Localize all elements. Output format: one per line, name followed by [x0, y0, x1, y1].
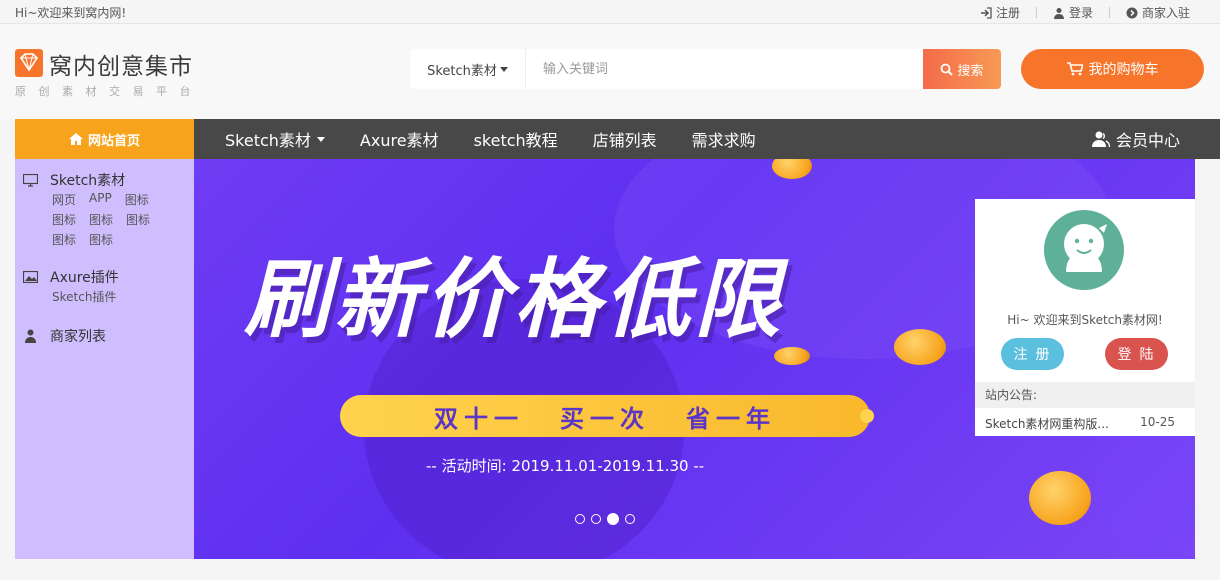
- notice-date: 10-25: [1140, 415, 1175, 429]
- sidebar-sub-link[interactable]: APP: [89, 191, 112, 208]
- divider: [1108, 7, 1110, 18]
- nav-item-tutorial[interactable]: sketch教程: [474, 127, 558, 151]
- user-icon: [25, 329, 36, 343]
- site-slogan: 原创素材交易平台: [15, 85, 203, 98]
- nav-home-label: 网站首页: [87, 133, 140, 149]
- welcome-text: Hi~欢迎来到窝内网!: [15, 6, 127, 20]
- home-icon: [68, 133, 83, 145]
- register-button[interactable]: 注册: [1001, 338, 1064, 370]
- pill-dot: [860, 409, 874, 423]
- register-link-label: 注册: [995, 6, 1020, 20]
- login-link[interactable]: 登录: [1053, 4, 1093, 21]
- sidebar-sub-link[interactable]: 图标: [52, 231, 76, 248]
- login-button[interactable]: 登陆: [1105, 338, 1168, 370]
- sidebar-sub-link[interactable]: 图标: [125, 191, 149, 208]
- sidebar-sub-link[interactable]: 图标: [52, 211, 76, 228]
- sidebar-group-title: Axure插件: [50, 270, 119, 286]
- caret-down-icon: [316, 136, 325, 142]
- carousel-dot[interactable]: [575, 514, 585, 524]
- sidebar-sub-link[interactable]: 图标: [89, 231, 113, 248]
- nav-items: Sketch素材 Axure素材 sketch教程 店铺列表 需求求购: [225, 119, 756, 159]
- sidebar-sub-link[interactable]: Sketch插件: [52, 288, 116, 305]
- sidebar-group-header[interactable]: Axure插件: [23, 267, 119, 287]
- notice-item[interactable]: Sketch素材网重构版... 10-25: [975, 408, 1195, 436]
- banner-event-time: -- 活动时间: 2019.11.01-2019.11.30 --: [426, 457, 705, 475]
- sidebar-group-header[interactable]: 商家列表: [23, 326, 106, 346]
- nav-item-label: 店铺列表: [592, 131, 657, 150]
- user-icon: [1053, 7, 1064, 19]
- nav-item-label: sketch教程: [473, 131, 558, 150]
- search-icon: [941, 63, 954, 76]
- nav-member-center[interactable]: 会员中心: [1092, 119, 1180, 159]
- carousel-indicators: [575, 513, 635, 525]
- user-greeting: Hi~ 欢迎来到Sketch素材网!: [1007, 313, 1163, 327]
- search-category-label: Sketch素材: [427, 63, 497, 79]
- sidebar-sub-row: 图标 图标 图标: [52, 211, 150, 228]
- banner-promo-pill: 双十一 买一次 省一年: [340, 395, 874, 437]
- nav-item-label: Axure素材: [359, 131, 439, 150]
- nav-item-requests[interactable]: 需求求购: [692, 127, 756, 151]
- search-category-select[interactable]: Sketch素材: [410, 49, 526, 89]
- shopping-cart-icon: [1066, 62, 1083, 76]
- coin-decoration: [894, 329, 946, 365]
- carousel-dot[interactable]: [591, 514, 601, 524]
- nav-item-sketch[interactable]: Sketch素材: [225, 127, 325, 151]
- carousel-dot[interactable]: [625, 514, 635, 524]
- nav-home[interactable]: 网站首页: [15, 119, 194, 159]
- search-button-label: 搜索: [957, 63, 984, 79]
- banner-headline: 刷新价格低限: [244, 250, 784, 350]
- divider: [1035, 7, 1037, 18]
- coin-decoration: [1029, 471, 1091, 525]
- search-bar: Sketch素材 搜索: [410, 49, 1001, 89]
- arrow-circle-icon: [1126, 7, 1138, 18]
- nav-item-axure[interactable]: Axure素材: [360, 127, 439, 151]
- sidebar-group-title: Sketch素材: [50, 173, 126, 189]
- pill-text: 双十一: [434, 404, 524, 433]
- search-button[interactable]: 搜索: [923, 49, 1001, 89]
- pill-text: 买一次: [560, 404, 650, 433]
- top-links: 注册 登录 商家入驻: [980, 4, 1190, 21]
- notice-header: 站内公告:: [975, 382, 1195, 408]
- cart-label: 我的购物车: [1088, 62, 1159, 78]
- nav-item-label: 需求求购: [691, 131, 756, 150]
- nav-item-shops[interactable]: 店铺列表: [593, 127, 657, 151]
- top-bar: Hi~欢迎来到窝内网! 注册 登录 商家入驻: [0, 0, 1220, 24]
- sidebar-sub-link[interactable]: 网页: [52, 191, 76, 208]
- site-title: 窝内创意集市: [49, 54, 193, 80]
- diamond-logo-icon: [15, 49, 43, 77]
- merchant-join-label: 商家入驻: [1141, 6, 1190, 20]
- monitor-icon: [23, 173, 38, 187]
- user-panel: Hi~ 欢迎来到Sketch素材网! 注册 登陆 站内公告: Sketch素材网…: [975, 199, 1195, 436]
- merchant-join-link[interactable]: 商家入驻: [1126, 4, 1190, 21]
- sidebar-sub-row: 网页 APP 图标: [52, 191, 149, 208]
- pill-text: 省一年: [686, 404, 776, 433]
- search-input[interactable]: [527, 49, 922, 89]
- nav-item-label: Sketch素材: [225, 131, 311, 150]
- sidebar-group-title: 商家列表: [50, 329, 106, 345]
- image-icon: [23, 271, 38, 283]
- caret-down-icon: [499, 66, 508, 72]
- category-sidebar: Sketch素材 网页 APP 图标 图标 图标 图标 图标 图标 Axure插…: [15, 159, 194, 559]
- main-nav: 网站首页 Sketch素材 Axure素材 sketch教程 店铺列表 需求求购…: [15, 119, 1220, 159]
- cart-button[interactable]: 我的购物车: [1021, 49, 1204, 89]
- sidebar-sub-row: Sketch插件: [52, 288, 116, 305]
- users-icon: [1092, 131, 1110, 147]
- sidebar-sub-link[interactable]: 图标: [89, 211, 113, 228]
- header: 窝内创意集市 原创素材交易平台 Sketch素材 搜索 我的购物车: [0, 25, 1220, 119]
- sign-in-icon: [980, 6, 992, 19]
- carousel-dot-active[interactable]: [607, 513, 619, 525]
- login-link-label: 登录: [1068, 6, 1093, 20]
- sidebar-sub-row: 图标 图标: [52, 231, 113, 248]
- member-center-label: 会员中心: [1116, 131, 1181, 150]
- sidebar-group-header[interactable]: Sketch素材: [23, 170, 125, 190]
- sidebar-sub-link[interactable]: 图标: [126, 211, 150, 228]
- avatar: [1044, 210, 1124, 290]
- register-link[interactable]: 注册: [980, 4, 1020, 21]
- notice-title: Sketch素材网重构版...: [985, 417, 1109, 431]
